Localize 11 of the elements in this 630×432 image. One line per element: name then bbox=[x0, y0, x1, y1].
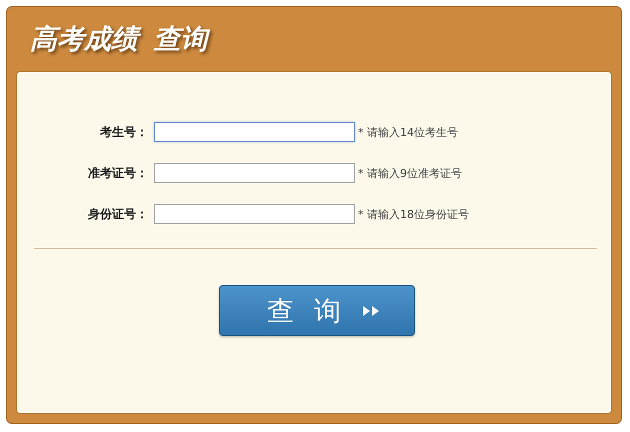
field-label: 准考证号： bbox=[87, 164, 149, 182]
field-label: 身份证号： bbox=[87, 206, 149, 222]
input-field[interactable] bbox=[154, 163, 355, 183]
field-hint: * 请输入18位身份证号 bbox=[358, 206, 469, 222]
input-field[interactable] bbox=[154, 204, 355, 224]
field-hint: * 请输入9位准考证号 bbox=[358, 166, 462, 180]
input-field[interactable] bbox=[154, 122, 355, 142]
double-arrow-icon bbox=[361, 304, 381, 318]
field-label: 考生号： bbox=[99, 124, 149, 140]
field-hint: * 请输入14位考生号 bbox=[358, 124, 458, 140]
query-button[interactable]: 查询 bbox=[219, 285, 415, 336]
